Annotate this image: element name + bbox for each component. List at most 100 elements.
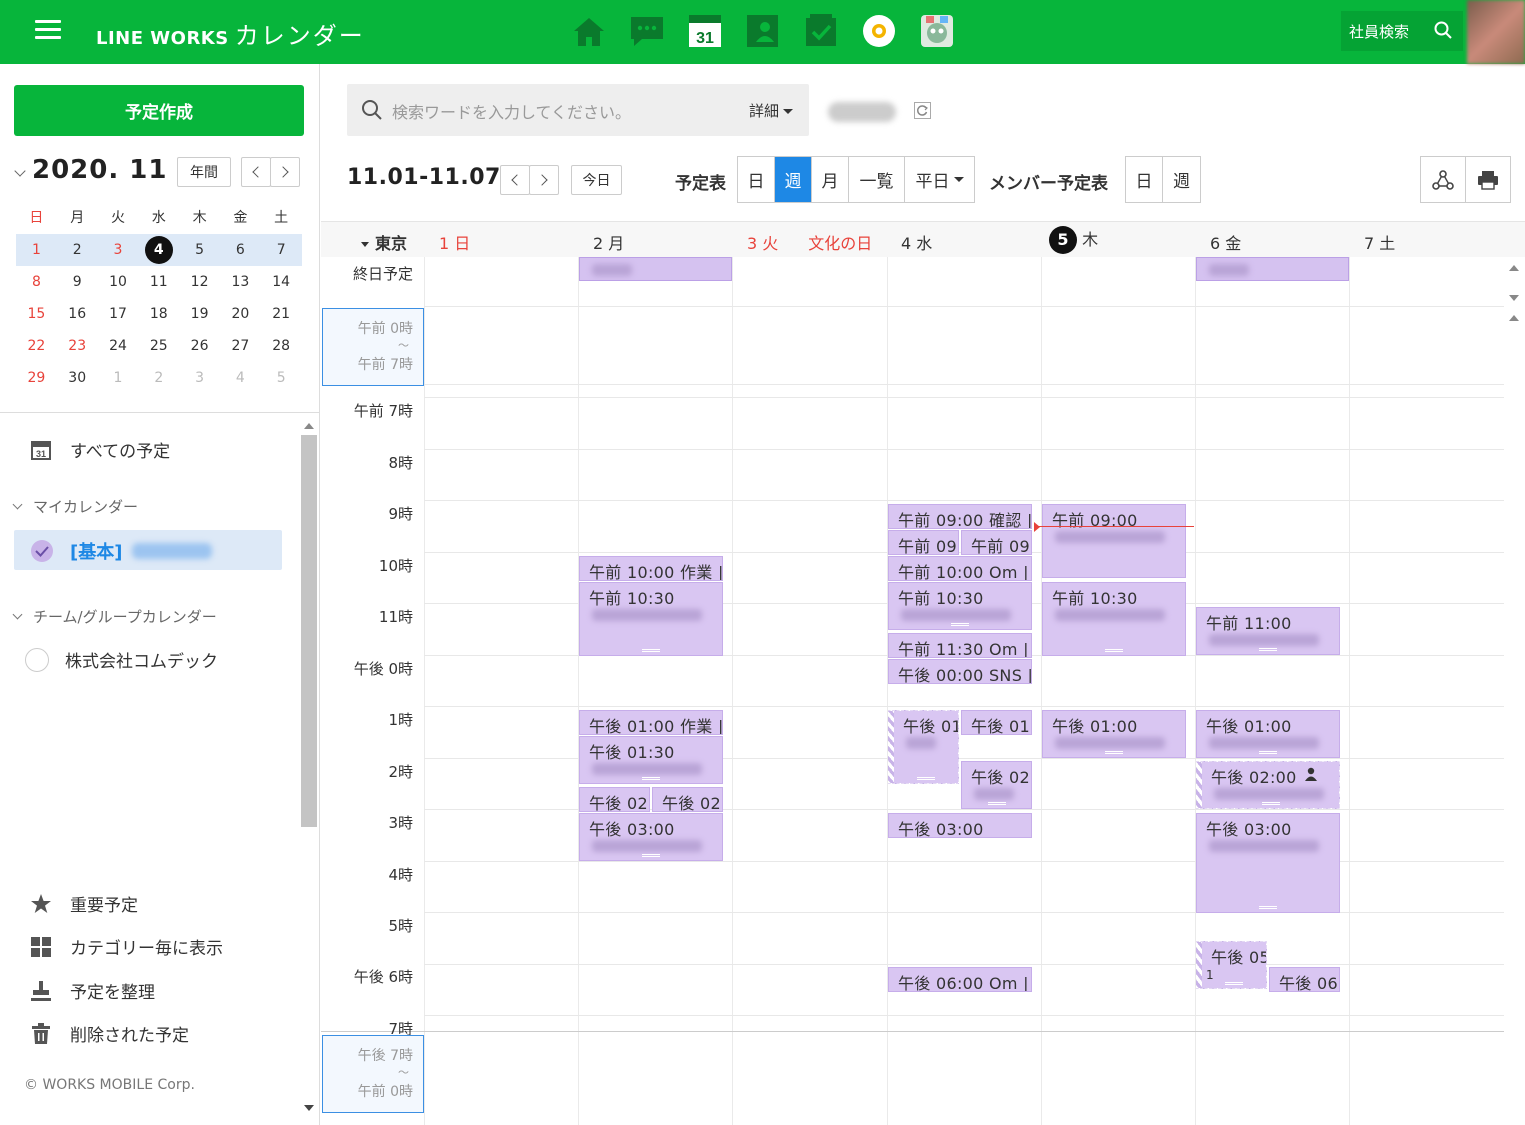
- contacts-icon[interactable]: [744, 12, 782, 50]
- event-block[interactable]: 午後 06:00 Om |: [888, 967, 1032, 992]
- important-events-item[interactable]: 重要予定: [30, 891, 138, 916]
- event-block[interactable]: 午後 02:00: [1196, 761, 1340, 809]
- mini-day[interactable]: 29: [16, 362, 57, 394]
- event-block[interactable]: 午後 06: [1269, 967, 1340, 992]
- event-block[interactable]: 午前 10:30: [1042, 582, 1186, 656]
- mini-day[interactable]: 20: [220, 298, 261, 330]
- mini-day[interactable]: 14: [261, 266, 302, 298]
- event-block[interactable]: 午前 10:30: [579, 582, 723, 656]
- view-weekday-dropdown[interactable]: 平日: [905, 157, 974, 202]
- resize-handle[interactable]: [1259, 751, 1277, 754]
- mini-day[interactable]: 24: [98, 330, 139, 362]
- team-calendar-group[interactable]: チーム/グループカレンダー: [12, 606, 217, 627]
- day-header-thu[interactable]: 5 木: [1049, 226, 1098, 254]
- mini-day[interactable]: 19: [179, 298, 220, 330]
- mini-day[interactable]: 1: [98, 362, 139, 394]
- scroll-down-arrow-icon[interactable]: [1509, 295, 1519, 301]
- resize-handle[interactable]: [642, 777, 660, 780]
- mini-day[interactable]: 30: [57, 362, 98, 394]
- next-month-button[interactable]: [270, 157, 300, 187]
- sidebar-scrollbar[interactable]: [300, 419, 318, 1119]
- mini-day[interactable]: 11: [138, 266, 179, 298]
- scroll-down-arrow-icon[interactable]: [304, 1105, 314, 1111]
- mini-day[interactable]: 28: [261, 330, 302, 362]
- mini-day[interactable]: 8: [16, 266, 57, 298]
- event-block[interactable]: 午前 09: [961, 530, 1032, 555]
- mini-day[interactable]: 10: [98, 266, 139, 298]
- timezone-selector[interactable]: 東京: [361, 230, 407, 254]
- mini-day[interactable]: 13: [220, 266, 261, 298]
- event-block[interactable]: 午後 01: [961, 710, 1032, 735]
- prev-month-button[interactable]: [241, 157, 271, 187]
- check-circle-icon[interactable]: [30, 539, 54, 563]
- event-block[interactable]: 午後 02: [652, 787, 723, 812]
- talk-icon[interactable]: [628, 12, 666, 50]
- scroll-up-arrow-icon[interactable]: [304, 423, 314, 429]
- event-block[interactable]: 午後 03:00: [579, 813, 723, 861]
- event-block[interactable]: 午後 01:00: [1196, 710, 1340, 758]
- my-calendar-item[interactable]: [基本]: [14, 530, 282, 570]
- search-input[interactable]: 検索ワードを入力してください。 詳細: [347, 84, 809, 136]
- mini-day[interactable]: 26: [179, 330, 220, 362]
- resize-handle[interactable]: [951, 623, 969, 626]
- resize-handle[interactable]: [917, 777, 935, 780]
- view-list-button[interactable]: 一覧: [849, 157, 905, 202]
- grid-scrollbar[interactable]: [1504, 257, 1525, 1125]
- chevron-down-icon[interactable]: [14, 165, 26, 177]
- board-icon[interactable]: [860, 12, 898, 50]
- event-block[interactable]: 午後 01:00: [1042, 710, 1186, 758]
- my-calendar-group[interactable]: マイカレンダー: [12, 496, 138, 517]
- day-header-mon[interactable]: 2 月: [593, 230, 624, 254]
- refresh-icon[interactable]: [914, 102, 931, 119]
- menu-icon[interactable]: [35, 20, 61, 40]
- event-block[interactable]: 午後 01: [888, 710, 959, 784]
- prev-week-button[interactable]: [500, 165, 530, 195]
- day-header-fri[interactable]: 6 金: [1210, 230, 1241, 254]
- event-block[interactable]: 午前 09:00 確認 |: [888, 504, 1032, 529]
- event-block[interactable]: 午前 11:30 Om | :: [888, 633, 1032, 658]
- mini-day[interactable]: 6: [220, 234, 261, 266]
- mini-day[interactable]: 18: [138, 298, 179, 330]
- day-header-sat[interactable]: 7 土: [1364, 230, 1395, 254]
- event-block[interactable]: 午後 01:30: [579, 736, 723, 784]
- mini-day[interactable]: 22: [16, 330, 57, 362]
- task-icon[interactable]: [802, 12, 840, 50]
- employee-search-button[interactable]: 社員検索: [1341, 11, 1463, 51]
- today-button[interactable]: 今日: [571, 165, 622, 195]
- create-event-button[interactable]: 予定作成: [14, 85, 304, 136]
- resize-handle[interactable]: [1259, 648, 1277, 651]
- day-header-tue[interactable]: 3 火 文化の日: [747, 230, 872, 254]
- mini-day[interactable]: 3: [179, 362, 220, 394]
- member-week-button[interactable]: 週: [1163, 157, 1200, 202]
- mini-day[interactable]: 2: [57, 234, 98, 266]
- mini-day[interactable]: 5: [179, 234, 220, 266]
- deleted-events-item[interactable]: 削除された予定: [30, 1021, 189, 1046]
- view-month-button[interactable]: 月: [812, 157, 849, 202]
- checkbox-circle-icon[interactable]: [25, 647, 49, 672]
- event-block[interactable]: 午前 11:00: [1196, 607, 1340, 655]
- resize-handle[interactable]: [1105, 751, 1123, 754]
- event-block[interactable]: 午前 10:30: [888, 582, 1032, 630]
- mini-day[interactable]: 7: [261, 234, 302, 266]
- resize-handle[interactable]: [1259, 906, 1277, 909]
- event-block[interactable]: 午後 02: [579, 787, 650, 812]
- mini-day[interactable]: 3: [98, 234, 139, 266]
- user-avatar[interactable]: [1467, 0, 1525, 64]
- calendar-icon[interactable]: 31: [686, 12, 724, 50]
- day-header-wed[interactable]: 4 水: [901, 230, 932, 254]
- team-calendar-item[interactable]: 株式会社コムデック: [25, 647, 218, 672]
- print-button[interactable]: [1466, 157, 1511, 202]
- organize-events-item[interactable]: 予定を整理: [30, 978, 155, 1003]
- resize-handle[interactable]: [642, 649, 660, 652]
- mini-day[interactable]: 17: [98, 298, 139, 330]
- resize-handle[interactable]: [987, 802, 1006, 805]
- event-block[interactable]: 午後 02: [961, 761, 1032, 809]
- allday-event[interactable]: [1196, 257, 1349, 281]
- event-block[interactable]: 午前 09: [888, 530, 959, 555]
- collapsed-hours-top[interactable]: 午前 0時 ～ 午前 7時: [322, 308, 424, 386]
- search-detail-button[interactable]: 詳細: [749, 100, 794, 121]
- year-view-button[interactable]: 年間: [177, 157, 231, 187]
- mini-day[interactable]: 12: [179, 266, 220, 298]
- mini-day[interactable]: 9: [57, 266, 98, 298]
- home-icon[interactable]: [570, 12, 608, 50]
